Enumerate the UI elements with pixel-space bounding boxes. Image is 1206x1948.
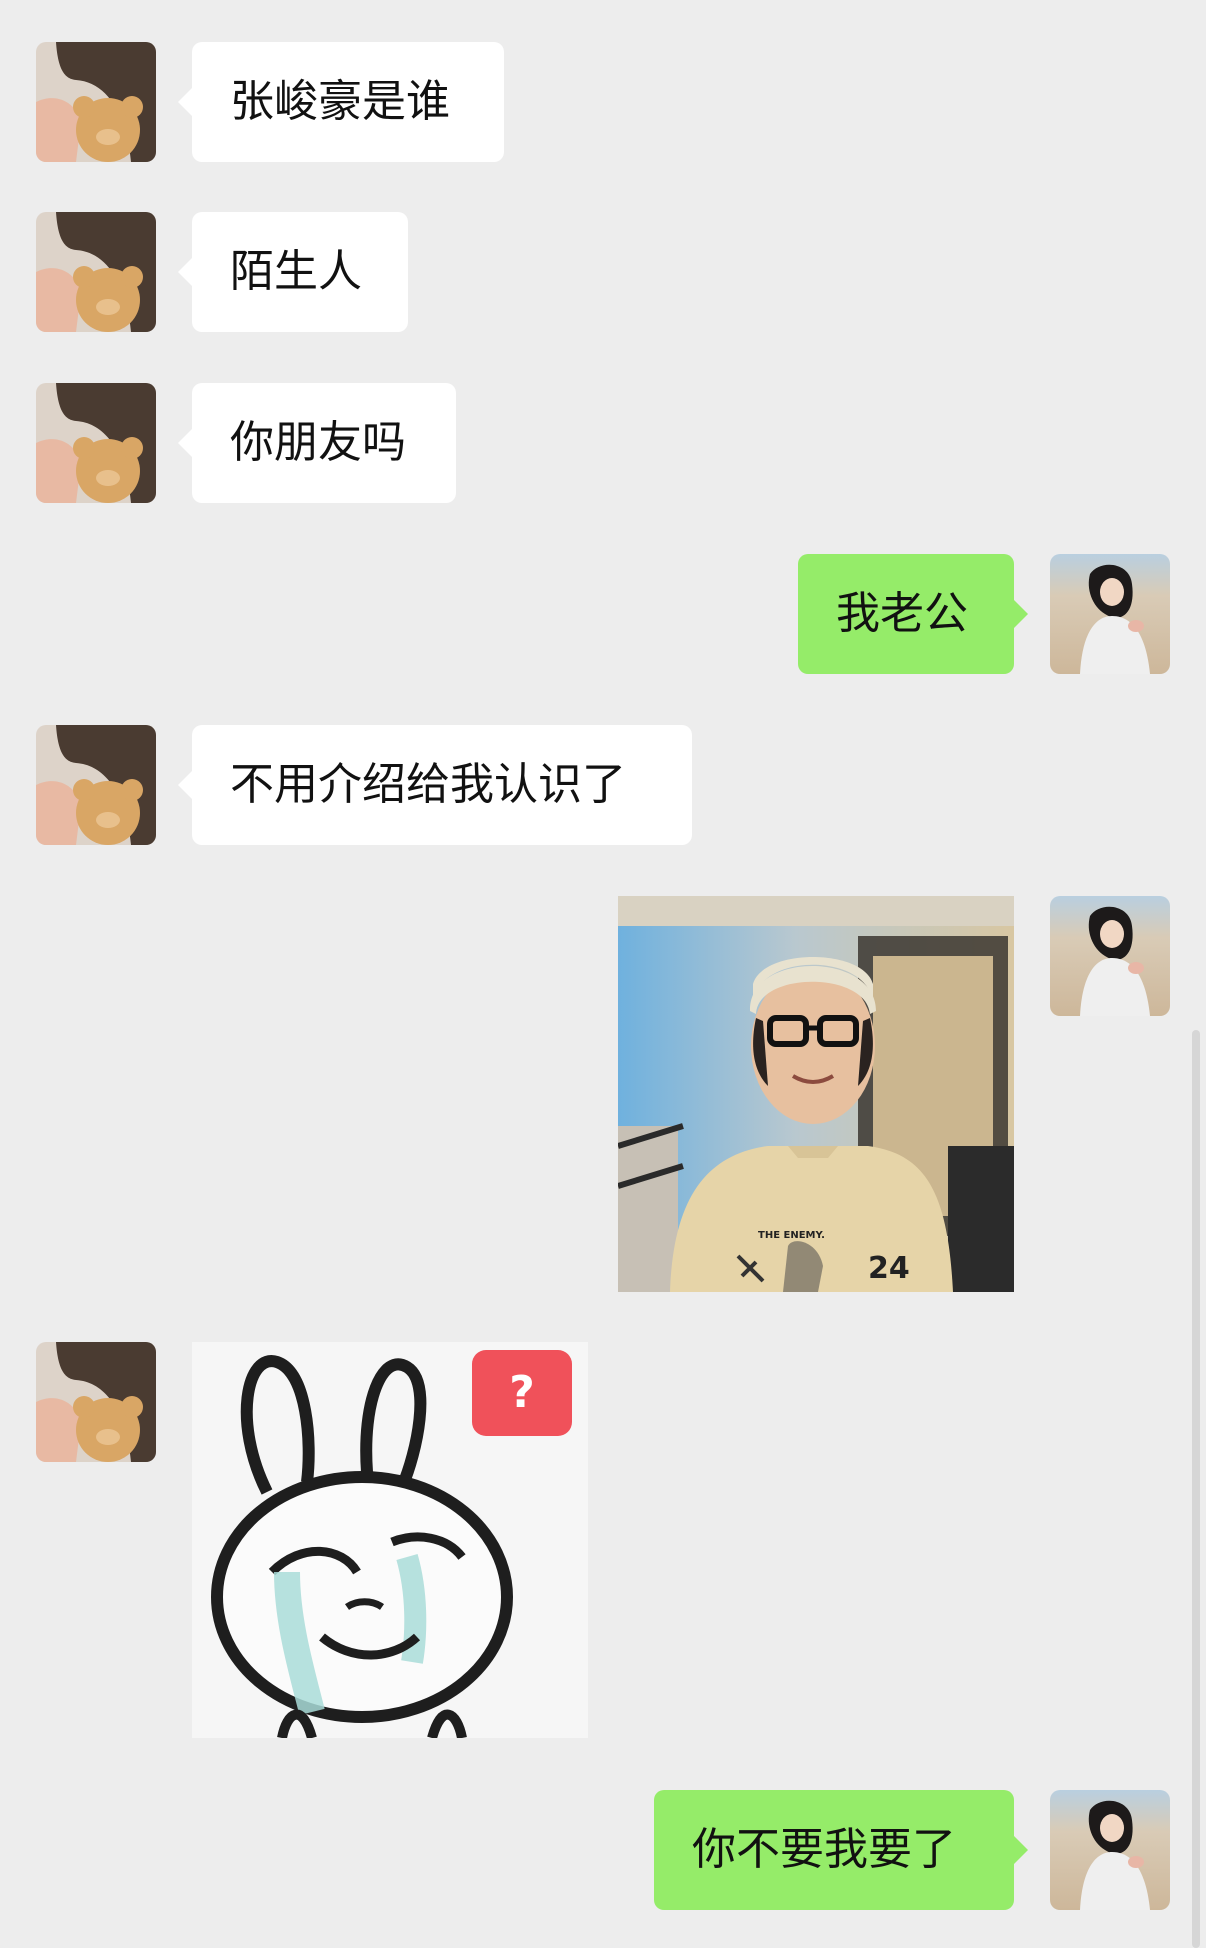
my-avatar[interactable] xyxy=(1050,896,1170,1016)
bear-cookie-avatar-icon xyxy=(36,725,156,845)
contact-avatar[interactable] xyxy=(36,725,156,845)
my-avatar[interactable] xyxy=(1050,1790,1170,1910)
question-mark-text: ? xyxy=(509,1367,535,1418)
outgoing-message-bubble[interactable]: 我老公 xyxy=(798,554,1028,674)
message-text: 你朋友吗 xyxy=(230,417,406,468)
incoming-message-bubble[interactable]: 你朋友吗 xyxy=(178,383,456,503)
message-text: 你不要我要了 xyxy=(692,1824,956,1875)
contact-avatar[interactable] xyxy=(36,383,156,503)
my-avatar[interactable] xyxy=(1050,554,1170,674)
outgoing-message-bubble[interactable]: 你不要我要了 xyxy=(654,1790,1028,1910)
beach-portrait-avatar-icon xyxy=(1050,896,1170,1016)
incoming-message-bubble[interactable]: 张峻豪是谁 xyxy=(178,42,504,162)
scrollbar[interactable] xyxy=(1192,1030,1200,1948)
question-badge: ? xyxy=(472,1350,572,1436)
bear-cookie-avatar-icon xyxy=(36,42,156,162)
bear-cookie-avatar-icon xyxy=(36,383,156,503)
message-text: 不用介绍给我认识了 xyxy=(230,759,626,810)
bear-cookie-avatar-icon xyxy=(36,1342,156,1462)
sticker-message[interactable]: ? xyxy=(192,1342,588,1738)
message-text: 陌生人 xyxy=(230,246,362,297)
beach-portrait-avatar-icon xyxy=(1050,554,1170,674)
contact-avatar[interactable] xyxy=(36,212,156,332)
tshirt-text: THE ENEMY. xyxy=(758,1230,825,1241)
photo-image: THE ENEMY. 24 xyxy=(618,896,1014,1292)
photo-message[interactable]: THE ENEMY. 24 xyxy=(618,896,1014,1292)
beach-portrait-avatar-icon xyxy=(1050,1790,1170,1910)
bear-cookie-avatar-icon xyxy=(36,212,156,332)
contact-avatar[interactable] xyxy=(36,42,156,162)
incoming-message-bubble[interactable]: 陌生人 xyxy=(178,212,408,332)
message-text: 我老公 xyxy=(836,588,968,639)
message-text: 张峻豪是谁 xyxy=(230,76,450,127)
tshirt-number: 24 xyxy=(868,1251,910,1286)
incoming-message-bubble[interactable]: 不用介绍给我认识了 xyxy=(178,725,692,845)
contact-avatar[interactable] xyxy=(36,1342,156,1462)
